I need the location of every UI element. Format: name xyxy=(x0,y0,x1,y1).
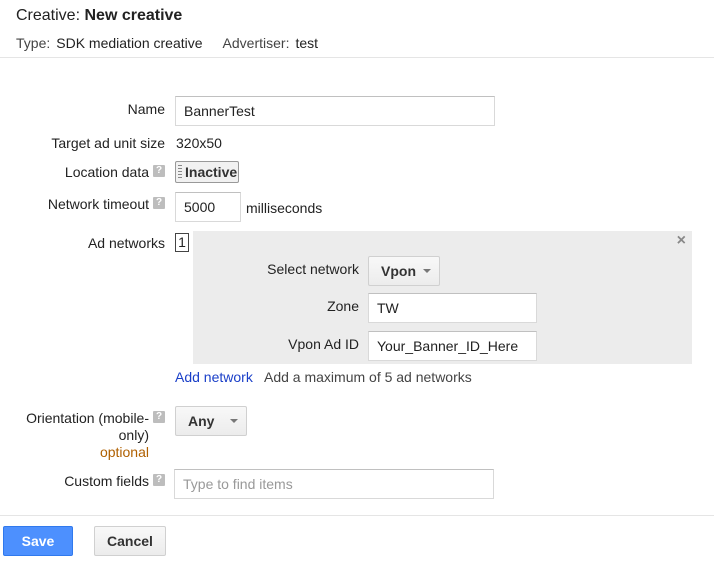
page-header: Creative: New creative Type: SDK mediatio… xyxy=(0,0,714,58)
footer-divider xyxy=(0,515,714,516)
network-dropdown[interactable]: Vpon xyxy=(368,256,440,286)
type-value: SDK mediation creative xyxy=(56,35,203,51)
ad-network-count: 1 xyxy=(175,233,189,252)
advertiser-value: test xyxy=(295,35,319,51)
type-label: Type: xyxy=(16,35,51,51)
cancel-button[interactable]: Cancel xyxy=(94,526,166,556)
help-icon[interactable]: ? xyxy=(153,165,165,177)
custom-fields-label: Custom fields? xyxy=(64,473,165,489)
advertiser-label: Advertiser: xyxy=(222,35,290,51)
target-size-label: Target ad unit size xyxy=(51,135,165,151)
page-title: Creative: New creative xyxy=(16,7,182,25)
creative-meta: Type: SDK mediation creative Advertiser: te… xyxy=(16,35,318,51)
help-icon[interactable]: ? xyxy=(153,474,165,486)
toggle-grip-icon xyxy=(178,165,182,179)
timeout-unit: milliseconds xyxy=(246,200,323,216)
zone-label: Zone xyxy=(327,298,359,314)
ad-networks-label: Ad networks xyxy=(87,235,165,251)
location-toggle[interactable]: Inactive xyxy=(175,161,239,183)
zone-input[interactable]: TW xyxy=(368,293,537,323)
target-size-value: 320x50 xyxy=(176,135,222,151)
vpon-id-label: Vpon Ad ID xyxy=(288,336,359,352)
chevron-down-icon xyxy=(423,269,431,273)
help-icon[interactable]: ? xyxy=(153,411,165,423)
location-toggle-text: Inactive xyxy=(185,164,238,180)
name-input[interactable]: BannerTest xyxy=(175,96,495,126)
creative-name-title: New creative xyxy=(84,7,183,24)
location-label: Location data? xyxy=(65,164,165,180)
title-prefix: Creative: xyxy=(16,7,81,24)
save-button[interactable]: Save xyxy=(3,526,73,556)
network-dropdown-value: Vpon xyxy=(381,263,416,279)
timeout-input[interactable]: 5000 xyxy=(175,192,241,222)
custom-fields-input[interactable]: Type to find items xyxy=(174,469,494,499)
orientation-label-line2: only) xyxy=(118,427,149,443)
orientation-dropdown[interactable]: Any xyxy=(175,406,247,436)
location-label-text: Location data xyxy=(64,164,149,180)
vpon-id-input[interactable]: Your_Banner_ID_Here xyxy=(368,331,537,361)
help-icon[interactable]: ? xyxy=(153,197,165,209)
add-network-hint: Add a maximum of 5 ad networks xyxy=(264,369,472,385)
chevron-down-icon xyxy=(230,419,238,423)
select-network-label: Select network xyxy=(267,261,359,277)
orientation-dropdown-value: Any xyxy=(188,413,215,429)
orientation-label-line1: Orientation (mobile- xyxy=(26,410,149,426)
add-network-link[interactable]: Add network xyxy=(175,369,253,385)
orientation-optional: optional xyxy=(99,444,149,460)
orientation-label: Orientation (mobile-? only) optional xyxy=(26,410,165,461)
timeout-label-text: Network timeout xyxy=(47,196,149,212)
timeout-label: Network timeout? xyxy=(48,196,165,212)
name-label: Name xyxy=(127,101,165,117)
close-icon[interactable]: × xyxy=(677,232,686,250)
custom-fields-label-text: Custom fields xyxy=(64,473,149,489)
